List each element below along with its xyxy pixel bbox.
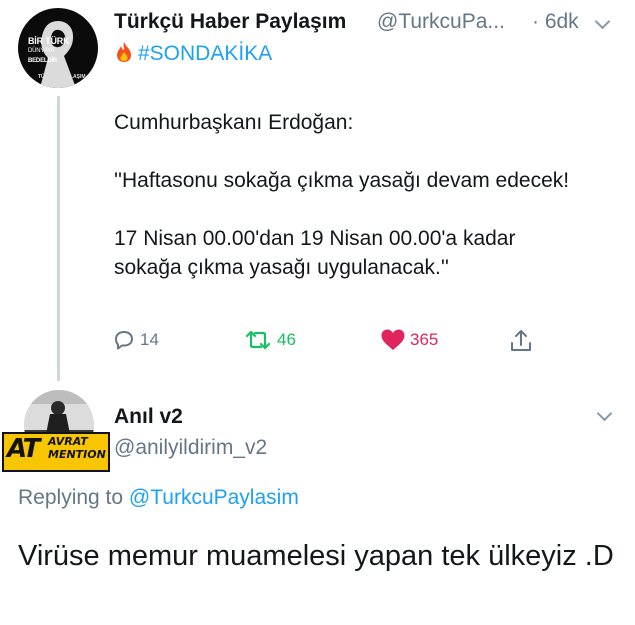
- like-count: 365: [410, 330, 439, 349]
- badge-text-top: AVRAT: [48, 435, 88, 448]
- share-button[interactable]: [508, 328, 534, 354]
- like-button[interactable]: 365: [380, 328, 438, 352]
- chevron-down-icon[interactable]: [596, 405, 613, 422]
- avatar-badge: AT AVRAT MENTION: [2, 432, 110, 472]
- replying-to: Replying to @TurkcuPaylasim: [18, 486, 299, 510]
- badge-text-bottom: MENTION: [48, 448, 106, 461]
- tweet-text: Virüse memur muamelesi yapan tek ülkeyiz…: [18, 540, 614, 572]
- avatar-text-line3: BEDELDİR: [28, 58, 58, 64]
- tweet-actions: 14 46 365: [0, 328, 635, 358]
- avatar-subtext: TÜRKÇÜ PAYLAŞIM: [38, 74, 86, 80]
- avatar-text-line1: BİR TÜRK: [28, 36, 70, 46]
- avatar-text-line2: DÜNYAYA: [28, 48, 55, 54]
- badge-text-big: AT: [7, 434, 40, 464]
- retweet-button[interactable]: 46: [243, 328, 296, 352]
- author-handle[interactable]: @TurkcuPa...: [377, 10, 505, 34]
- replying-mention-link[interactable]: @TurkcuPaylasim: [129, 486, 299, 509]
- replying-prefix: Replying to: [18, 486, 124, 509]
- author-handle[interactable]: @anilyildirim_v2: [114, 436, 267, 460]
- reply-count: 14: [140, 330, 159, 349]
- share-icon: [511, 330, 531, 351]
- reply-icon: [115, 331, 133, 350]
- chevron-down-icon[interactable]: [594, 13, 611, 30]
- reply-button[interactable]: 14: [112, 328, 159, 352]
- avatar-text: BİR TÜRK DÜNYAYA BEDELDİR: [28, 36, 70, 66]
- tweet-time[interactable]: · 6dk: [532, 10, 579, 34]
- retweet-icon: [245, 330, 271, 350]
- author-name[interactable]: Anıl v2: [114, 405, 183, 429]
- avatar[interactable]: BİR TÜRK DÜNYAYA BEDELDİR TÜRKÇÜ PAYLAŞI…: [18, 8, 98, 88]
- fire-icon: [117, 42, 131, 62]
- hashtag-link[interactable]: #SONDAKİKA: [138, 42, 272, 66]
- author-name[interactable]: Türkçü Haber Paylaşım: [114, 10, 346, 34]
- retweet-count: 46: [277, 330, 296, 349]
- heart-icon: [381, 329, 405, 350]
- tweet-text: Cumhurbaşkanı Erdoğan: ''Haftasonu sokağ…: [114, 111, 570, 279]
